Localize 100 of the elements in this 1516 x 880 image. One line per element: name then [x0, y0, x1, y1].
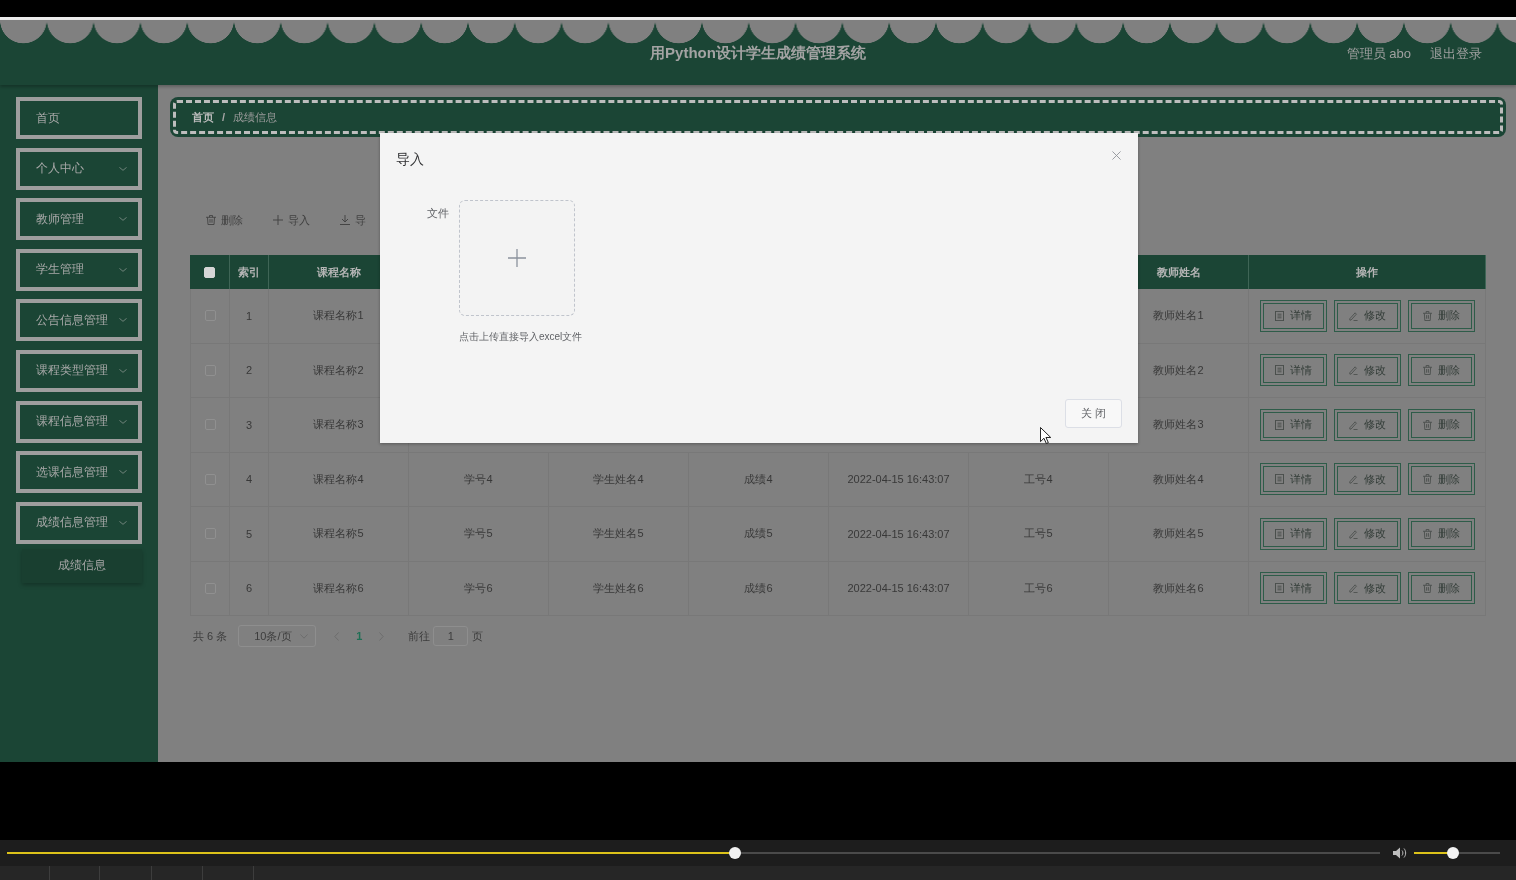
table-cell: 2022-04-15 16:43:07	[829, 507, 969, 561]
edit-button[interactable]: 修改	[1333, 463, 1401, 496]
delete-button[interactable]: 删除	[1407, 408, 1475, 441]
goto-label: 前往	[408, 628, 431, 644]
table-cell: 成绩6	[689, 561, 829, 615]
sidebar-item[interactable]: 成绩信息管理	[16, 501, 142, 544]
sidebar-item[interactable]: 选课信息管理	[16, 451, 142, 494]
document-icon	[1274, 528, 1284, 539]
pencil-icon	[1348, 474, 1358, 485]
table-cell: 教师姓名5	[1109, 507, 1249, 561]
edit-button[interactable]: 修改	[1333, 517, 1401, 550]
app-title: 用Python设计学生成绩管理系统	[650, 44, 866, 63]
sidebar-item[interactable]: 课程类型管理	[16, 349, 142, 392]
table-cell: 2	[230, 343, 269, 397]
details-button[interactable]: 详情	[1259, 299, 1327, 332]
sidebar-item[interactable]: 首页	[16, 97, 142, 139]
sidebar-subitem[interactable]: 成绩信息	[22, 548, 142, 583]
table-cell: 学生姓名6	[549, 561, 689, 615]
trash-icon	[1422, 365, 1432, 376]
table-cell: 5	[230, 507, 269, 561]
edit-button[interactable]: 修改	[1333, 299, 1401, 332]
delete-button[interactable]: 删除	[198, 205, 251, 235]
upload-hint: 点击上传直接导入excel文件	[459, 330, 583, 344]
trash-icon	[1422, 528, 1432, 539]
download-icon	[340, 215, 350, 225]
column-header: 索引	[230, 255, 269, 289]
details-button[interactable]: 详情	[1259, 517, 1327, 550]
breadcrumb-separator: /	[222, 111, 226, 123]
page-number[interactable]: 1	[356, 630, 363, 642]
edit-button[interactable]: 修改	[1333, 354, 1401, 387]
chevron-down-icon	[119, 318, 127, 323]
pencil-icon	[1348, 310, 1358, 321]
edit-button[interactable]: 修改	[1333, 572, 1401, 605]
table-cell: 成绩4	[689, 452, 829, 506]
delete-button[interactable]: 删除	[1407, 299, 1475, 332]
table-cell: 学生姓名5	[549, 507, 689, 561]
table-cell: 1	[230, 289, 269, 343]
dialog-title: 导入	[396, 151, 424, 167]
plus-icon	[508, 249, 526, 267]
delete-button[interactable]: 删除	[1407, 517, 1475, 550]
sidebar-item[interactable]: 个人中心	[16, 147, 142, 190]
chevron-down-icon	[119, 419, 127, 424]
trash-icon	[1422, 583, 1432, 594]
close-button[interactable]: 关 闭	[1065, 399, 1122, 428]
select-all-checkbox[interactable]	[204, 266, 215, 278]
delete-button[interactable]: 删除	[1407, 463, 1475, 496]
table-cell: 课程名称6	[269, 561, 409, 615]
document-icon	[1274, 419, 1284, 430]
sidebar-item[interactable]: 教师管理	[16, 198, 142, 241]
total-count: 共 6 条	[193, 628, 228, 644]
document-icon	[1274, 474, 1284, 485]
table-cell: 教师姓名6	[1109, 561, 1249, 615]
details-button[interactable]: 详情	[1259, 572, 1327, 605]
document-icon	[1274, 310, 1284, 321]
trash-icon	[1422, 310, 1432, 321]
pencil-icon	[1348, 365, 1358, 376]
upload-dropzone[interactable]	[459, 200, 575, 316]
document-icon	[1274, 583, 1284, 594]
chevron-down-icon	[119, 470, 127, 475]
user-label: 管理员 abo	[1346, 44, 1411, 63]
table-cell: 2022-04-15 16:43:07	[829, 452, 969, 506]
pencil-icon	[1348, 583, 1358, 594]
sidebar-item[interactable]: 课程信息管理	[16, 400, 142, 443]
chevron-down-icon	[119, 217, 127, 222]
trash-icon	[1422, 474, 1432, 485]
page-size-select[interactable]: 10条/页	[238, 625, 317, 647]
pencil-icon	[1348, 528, 1358, 539]
trash-icon	[1422, 419, 1432, 430]
details-button[interactable]: 详情	[1259, 354, 1327, 387]
delete-button[interactable]: 删除	[1407, 354, 1475, 387]
chevron-down-icon	[119, 166, 127, 171]
page-unit-label: 页	[472, 628, 484, 644]
progress-thumb[interactable]	[728, 847, 741, 859]
pencil-icon	[1348, 419, 1358, 430]
delete-button[interactable]: 删除	[1407, 572, 1475, 605]
logout-link[interactable]: 退出登录	[1430, 44, 1482, 63]
field-label: 文件	[426, 206, 449, 221]
edit-button[interactable]: 修改	[1333, 408, 1401, 441]
plus-icon	[273, 215, 283, 225]
document-icon	[1274, 365, 1284, 376]
sidebar-item[interactable]: 学生管理	[16, 248, 142, 291]
table-cell: 课程名称4	[269, 452, 409, 506]
page-input-field[interactable]: 1	[433, 626, 469, 646]
table-cell: 课程名称5	[269, 507, 409, 561]
table-cell: 3	[230, 398, 269, 452]
sidebar-item[interactable]: 公告信息管理	[16, 299, 142, 342]
breadcrumb-link[interactable]: 首页	[192, 109, 214, 125]
details-button[interactable]: 详情	[1259, 463, 1327, 496]
breadcrumb-current: 成绩信息	[233, 109, 278, 125]
chevron-down-icon	[119, 267, 127, 272]
table-cell: 学生姓名4	[549, 452, 689, 506]
volume-thumb[interactable]	[1446, 847, 1459, 859]
speaker-icon[interactable]	[1393, 847, 1407, 859]
details-button[interactable]: 详情	[1259, 408, 1327, 441]
table-cell: 成绩5	[689, 507, 829, 561]
table-cell: 2022-04-15 16:43:07	[829, 561, 969, 615]
table-cell: 4	[230, 452, 269, 506]
chevron-down-icon	[119, 520, 127, 525]
close-icon[interactable]	[1112, 151, 1121, 160]
trash-icon	[206, 215, 216, 225]
